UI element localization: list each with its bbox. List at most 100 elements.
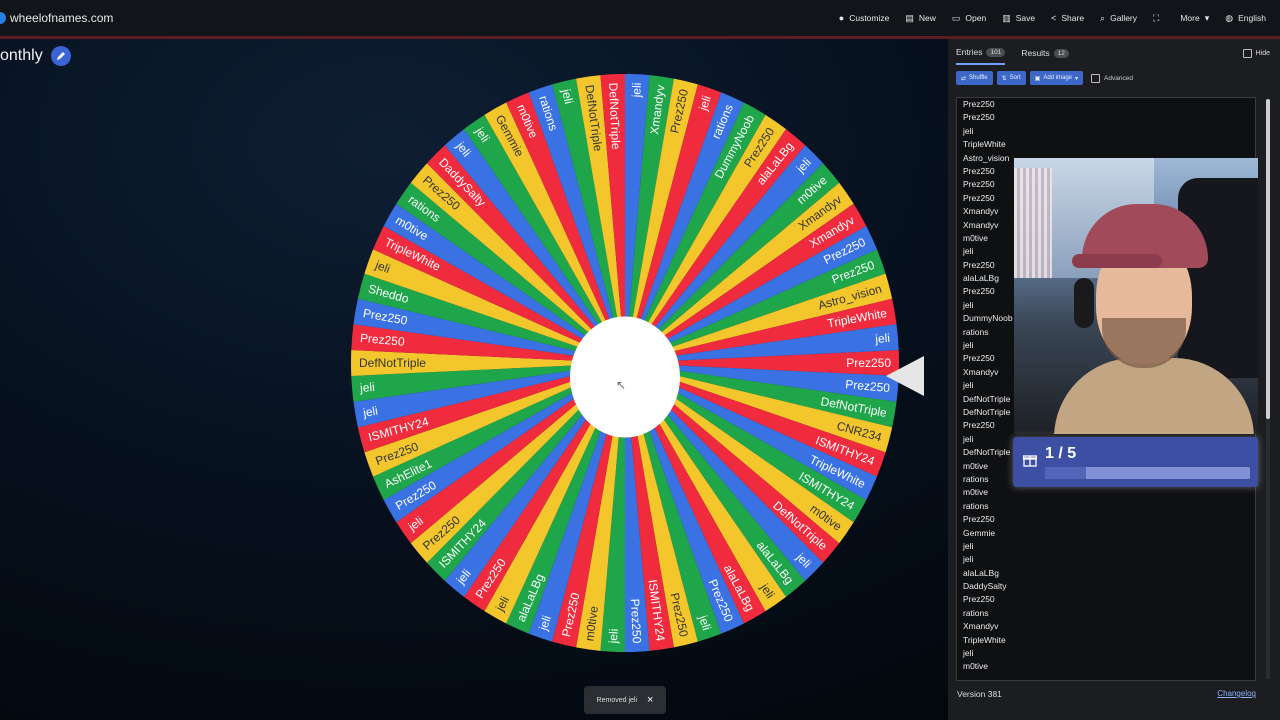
hide-checkbox[interactable]	[1242, 49, 1252, 58]
wheel-center-hub[interactable]	[570, 316, 680, 438]
wheel-pointer	[886, 356, 924, 396]
shuffle-label: Shuffle	[969, 75, 988, 81]
hide-toggle[interactable]: Hide	[1242, 49, 1270, 58]
webcam-shelf	[1014, 168, 1052, 278]
webcam-headset	[1074, 278, 1094, 328]
goal-progress-card: 1 / 5	[1013, 437, 1258, 487]
add-image-label: Add image	[1043, 75, 1073, 81]
menu-item-share[interactable]: < Share	[1051, 13, 1084, 23]
menu-item-label: More	[1180, 13, 1200, 23]
menu-item-open[interactable]: ▭ Open	[952, 13, 986, 24]
menu-item-fullscreen[interactable]: ⛶	[1153, 13, 1164, 24]
entry-line: alaLaLBg	[963, 567, 999, 578]
changelog-link[interactable]: Changelog	[1217, 689, 1256, 698]
entries-scrollbar[interactable]	[1266, 99, 1270, 679]
edit-title-button[interactable]	[50, 46, 71, 66]
wheel-segment-label: jeli	[629, 82, 644, 98]
wheel-segment-label: Prez250	[628, 598, 644, 644]
advanced-toggle[interactable]: Advanced	[1091, 73, 1133, 83]
menu-item-english[interactable]: ◍ English	[1225, 13, 1266, 24]
image-icon: ▣	[1034, 75, 1041, 82]
scrollbar-thumb[interactable]	[1266, 99, 1270, 419]
tab-results[interactable]: Results 12	[1021, 47, 1069, 65]
entry-line: Xmandyv	[963, 621, 999, 632]
main-menu: ● Customize ▤ New ▭ Open ▥ Save < Share ⌕ Gallery ⛶ M…	[839, 0, 1266, 36]
toast-notification: Removed jeli ×	[584, 686, 666, 714]
menu-item-label: Share	[1061, 13, 1085, 23]
entry-line: Prez250	[963, 514, 995, 525]
wheel[interactable]: Prez250 Prez250 DefNotTriple CNR234 ISMITHY2…	[351, 73, 899, 653]
menu-item-label: New	[918, 13, 936, 23]
tab-entries-label: Entries	[956, 47, 983, 57]
panel-tabs: Entries 101 Results 12	[956, 47, 1069, 65]
menu-item-label: Gallery	[1110, 13, 1138, 23]
advanced-checkbox[interactable]	[1091, 73, 1101, 83]
goal-progress-track	[1045, 467, 1250, 479]
wheel-graphic[interactable]: Prez250Prez250DefNotTripleCNR234ISMITHY2…	[351, 73, 899, 653]
save-icon: ▥	[1002, 12, 1011, 23]
results-count-badge: 12	[1053, 48, 1069, 58]
webcam-overlay	[1014, 158, 1258, 434]
wheel-segment-label: jeli	[874, 331, 891, 346]
globe-icon: ◍	[1225, 12, 1234, 23]
fullscreen-icon: ⛶	[1153, 12, 1160, 23]
entry-line: m0tive	[963, 487, 989, 498]
menu-item-label: Customize	[849, 13, 890, 23]
menu-item-new[interactable]: ▤ New	[905, 13, 936, 24]
entry-line: TripleWhite	[963, 139, 1006, 150]
sort-icon: ⇅	[1001, 75, 1007, 82]
entry-line: rations	[963, 607, 989, 618]
file-icon: ▤	[905, 12, 914, 23]
sort-button[interactable]: ⇅ Sort	[996, 71, 1026, 85]
top-bar: wheelofnames.com ● Customize ▤ New ▭ Open ▥ Sav…	[0, 0, 1280, 39]
chevron-down-icon: ▾	[1204, 12, 1210, 23]
entry-line: jeli	[963, 554, 974, 565]
site-logo[interactable]: wheelofnames.com	[0, 11, 113, 25]
sort-label: Sort	[1009, 75, 1021, 81]
entry-line: Prez250	[963, 99, 995, 109]
shuffle-button[interactable]: ⇄ Shuffle	[956, 71, 993, 85]
wheel-segment-label: jeli	[358, 380, 375, 395]
wheel-segment-label: jeli	[606, 628, 621, 644]
menu-item-gallery[interactable]: ⌕ Gallery	[1100, 13, 1137, 24]
entry-line: m0tive	[963, 661, 989, 672]
entries-toolbar: ⇄ Shuffle ⇅ Sort ▣ Add image ▾ Advanced	[956, 71, 1133, 85]
palette-icon: ●	[838, 13, 845, 23]
entry-line: Gemmie	[963, 527, 996, 538]
shuffle-icon: ⇄	[961, 75, 967, 82]
tab-entries[interactable]: Entries 101	[956, 47, 1006, 65]
share-icon: <	[1051, 13, 1057, 23]
menu-item-more[interactable]: More ▾	[1180, 13, 1209, 24]
entry-line: jeli	[963, 540, 974, 551]
webcam-person-cap-brim	[1072, 254, 1162, 268]
gift-icon	[1023, 455, 1037, 467]
menu-item-save[interactable]: ▥ Save	[1002, 13, 1035, 24]
tab-results-label: Results	[1021, 48, 1050, 58]
wheel-segment-label: DefNotTriple	[359, 356, 426, 370]
mouse-cursor-icon: ↖	[616, 378, 627, 392]
entry-line: rations	[963, 500, 989, 511]
toast-close-button[interactable]: ×	[647, 694, 653, 706]
entry-line: TripleWhite	[963, 634, 1006, 645]
entry-line: Prez250	[963, 594, 995, 605]
entry-line: jeli	[963, 125, 974, 136]
menu-item-label: Open	[965, 13, 987, 23]
goal-progress-fill	[1045, 467, 1086, 479]
wheel-title-text: onthly	[0, 47, 43, 64]
goal-progress-text: 1 / 5	[1045, 445, 1077, 462]
menu-item-label: English	[1238, 13, 1266, 23]
logo-icon	[0, 12, 6, 24]
wheel-segment-label: jeli	[361, 404, 379, 421]
site-domain: wheelofnames.com	[10, 11, 114, 25]
menu-item-label: Save	[1015, 13, 1036, 23]
entries-count-badge: 101	[986, 47, 1006, 57]
hide-label: Hide	[1255, 50, 1270, 57]
entry-line: jeli	[963, 648, 974, 659]
entry-line: Prez250	[963, 112, 995, 123]
folder-icon: ▭	[951, 12, 961, 23]
chevron-down-icon: ▾	[1075, 75, 1079, 82]
add-image-button[interactable]: ▣ Add image ▾	[1029, 71, 1084, 85]
wheel-segment-label: Prez250	[846, 356, 891, 370]
menu-item-customize[interactable]: ● Customize	[839, 13, 890, 23]
pencil-icon	[56, 52, 65, 60]
